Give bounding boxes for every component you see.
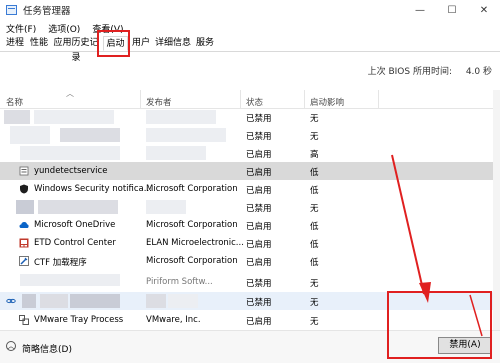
- row-name: CTF 加载程序: [34, 258, 87, 268]
- table-row[interactable]: ETD Control Center ELAN Microelectronic.…: [0, 234, 500, 252]
- menu-options[interactable]: 选项(O): [48, 22, 80, 35]
- vertical-scrollbar[interactable]: [493, 90, 500, 330]
- row-publisher: Microsoft Corporation: [146, 220, 238, 230]
- row-impact: 低: [310, 186, 319, 196]
- row-impact: 低: [310, 240, 319, 250]
- row-impact: 低: [310, 258, 319, 268]
- table-row[interactable]: 已禁用 无: [0, 108, 500, 126]
- maximize-button[interactable]: ☐: [436, 0, 468, 20]
- touchpad-icon: [19, 238, 29, 248]
- less-details-link[interactable]: 简略信息(D): [22, 342, 72, 355]
- row-status: 已禁用: [246, 204, 272, 214]
- row-impact: 无: [310, 132, 319, 142]
- link-icon: [6, 298, 16, 304]
- task-manager-icon: [6, 5, 17, 15]
- tab-users[interactable]: 用户: [130, 36, 152, 51]
- row-name: VMware Tray Process: [34, 315, 124, 325]
- title-bar: 任务管理器 — ☐ ✕: [0, 0, 500, 20]
- status-bar: ︿ 简略信息(D): [0, 330, 500, 363]
- row-name: yundetectservice: [34, 166, 108, 176]
- window-controls: — ☐ ✕: [404, 0, 500, 20]
- row-status: 已禁用: [246, 132, 272, 142]
- row-status: 已启用: [246, 222, 272, 232]
- cloud-icon: [19, 222, 29, 228]
- column-header: 名称 发布者 状态 启动影响: [0, 90, 500, 109]
- row-status: 已启用: [246, 317, 272, 327]
- bios-time-label: 上次 BIOS 所用时间:: [367, 67, 452, 77]
- row-publisher: ELAN Microelectronic...: [146, 238, 244, 248]
- row-publisher: VMware, Inc.: [146, 315, 201, 325]
- column-impact[interactable]: 启动影响: [310, 96, 344, 108]
- bios-time: 上次 BIOS 所用时间: 4.0 秒: [0, 62, 500, 78]
- row-status: 已启用: [246, 240, 272, 250]
- menu-file[interactable]: 文件(F): [6, 22, 36, 35]
- table-row[interactable]: Microsoft OneDrive Microsoft Corporation…: [0, 216, 500, 234]
- tab-processes[interactable]: 进程: [4, 36, 26, 51]
- row-impact: 高: [310, 150, 319, 160]
- row-impact: 低: [310, 222, 319, 232]
- row-name: Microsoft OneDrive: [34, 220, 116, 230]
- tab-services[interactable]: 服务: [194, 36, 216, 51]
- column-status[interactable]: 状态: [246, 96, 263, 108]
- app-icon: [19, 166, 29, 176]
- row-publisher: Microsoft Corporation: [146, 256, 238, 266]
- table-row[interactable]: 已启用 高: [0, 144, 500, 162]
- tab-bar: 进程 性能 应用历史记录 启动 用户 详细信息 服务: [0, 36, 500, 63]
- vmware-icon: [19, 315, 29, 325]
- ctf-icon: [19, 256, 29, 266]
- row-status: 已启用: [246, 186, 272, 196]
- row-status: 已禁用: [246, 279, 272, 288]
- sort-up-icon: ︿: [66, 89, 74, 98]
- row-status: 已禁用: [246, 298, 272, 308]
- table-row[interactable]: Piriform Softw... 已禁用 无: [0, 270, 500, 288]
- row-impact: 无: [310, 114, 319, 124]
- highlight-box-startup-tab: [97, 30, 130, 57]
- chevron-up-icon[interactable]: ︿: [6, 341, 16, 351]
- window-title: 任务管理器: [23, 6, 71, 17]
- row-status: 已启用: [246, 150, 272, 160]
- row-status: 已启用: [246, 258, 272, 268]
- disable-button[interactable]: 禁用(A): [438, 337, 492, 354]
- table-row[interactable]: 已禁用 无: [0, 292, 500, 310]
- column-name[interactable]: 名称: [6, 96, 23, 108]
- tab-performance[interactable]: 性能: [28, 36, 50, 51]
- row-publisher: Piriform Softw...: [146, 277, 213, 287]
- table-row[interactable]: yundetectservice 已启用 低: [0, 162, 500, 180]
- row-impact: 无: [310, 279, 319, 288]
- row-impact: 无: [310, 298, 319, 308]
- table-row[interactable]: 已禁用 无: [0, 198, 500, 216]
- row-status: 已禁用: [246, 114, 272, 124]
- row-name: ETD Control Center: [34, 238, 116, 248]
- menu-bar: 文件(F) 选项(O) 查看(V): [0, 20, 500, 36]
- row-impact: 无: [310, 204, 319, 214]
- table-row[interactable]: CTF 加载程序 Microsoft Corporation 已启用 低: [0, 252, 500, 270]
- shield-icon: [20, 184, 28, 194]
- minimize-button[interactable]: —: [404, 0, 436, 20]
- row-publisher: Microsoft Corporation: [146, 184, 238, 194]
- row-name: Windows Security notifica...: [34, 184, 152, 194]
- close-button[interactable]: ✕: [468, 0, 500, 20]
- row-impact: 低: [310, 168, 319, 178]
- tab-details[interactable]: 详细信息: [154, 36, 192, 51]
- table-row[interactable]: Windows Security notifica... Microsoft C…: [0, 180, 500, 198]
- row-status: 已启用: [246, 168, 272, 178]
- tab-app-history[interactable]: 应用历史记录: [52, 36, 100, 63]
- table-row[interactable]: VMware Tray Process VMware, Inc. 已启用 无: [0, 311, 500, 329]
- table-row[interactable]: 已禁用 无: [0, 126, 500, 144]
- row-impact: 无: [310, 317, 319, 327]
- bios-time-value: 4.0 秒: [465, 67, 492, 77]
- column-publisher[interactable]: 发布者: [146, 96, 172, 108]
